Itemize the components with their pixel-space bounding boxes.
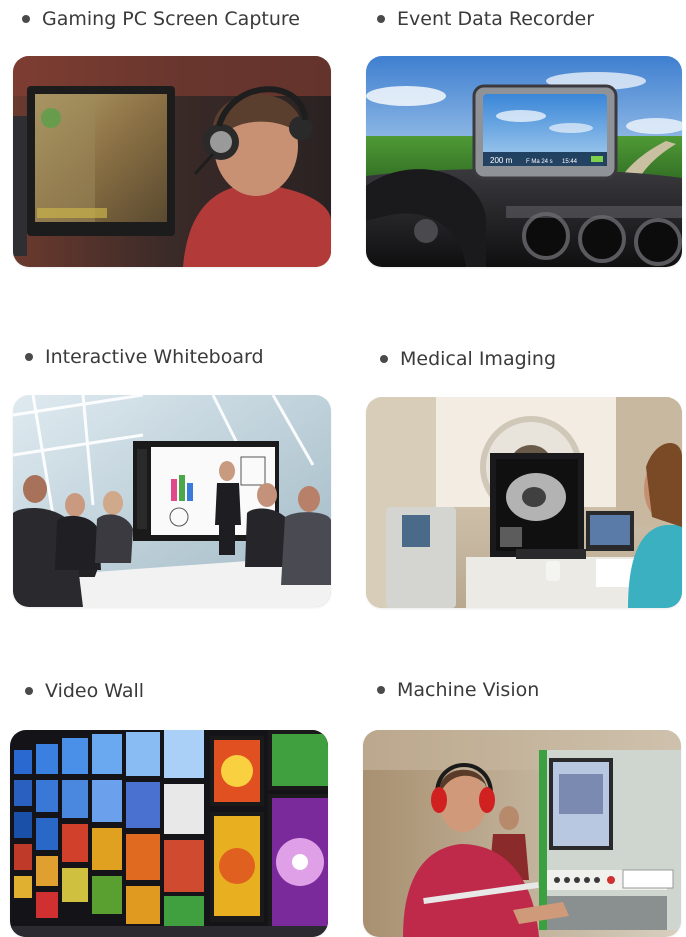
photo-gaming-pc bbox=[13, 56, 331, 267]
label-video-wall: Video Wall bbox=[25, 677, 144, 705]
label-text: Gaming PC Screen Capture bbox=[42, 8, 300, 30]
recorder-time: 15:44 bbox=[562, 159, 578, 165]
label-event-data-recorder: Event Data Recorder bbox=[377, 5, 594, 33]
bullet-icon bbox=[377, 686, 385, 694]
label-medical-imaging: Medical Imaging bbox=[380, 345, 556, 373]
label-gaming-pc: Gaming PC Screen Capture bbox=[22, 5, 300, 33]
bullet-icon bbox=[22, 15, 30, 23]
recorder-info: F Ma 24 s bbox=[526, 159, 553, 165]
photo-machine-vision bbox=[363, 730, 681, 937]
bullet-icon bbox=[377, 15, 385, 23]
photo-event-data-recorder: 200 m F Ma 24 s 15:44 bbox=[366, 56, 682, 267]
bullet-icon bbox=[25, 353, 33, 361]
label-text: Video Wall bbox=[45, 680, 145, 702]
photo-interactive-whiteboard bbox=[13, 395, 331, 607]
label-text: Machine Vision bbox=[397, 679, 540, 701]
label-machine-vision: Machine Vision bbox=[377, 676, 539, 704]
bullet-icon bbox=[380, 355, 388, 363]
photo-medical-imaging bbox=[366, 397, 682, 608]
photo-video-wall bbox=[10, 730, 328, 937]
label-text: Medical Imaging bbox=[400, 348, 557, 370]
label-text: Interactive Whiteboard bbox=[45, 346, 264, 368]
label-interactive-whiteboard: Interactive Whiteboard bbox=[25, 343, 264, 371]
recorder-distance: 200 m bbox=[490, 156, 513, 165]
bullet-icon bbox=[25, 687, 33, 695]
label-text: Event Data Recorder bbox=[397, 8, 595, 30]
